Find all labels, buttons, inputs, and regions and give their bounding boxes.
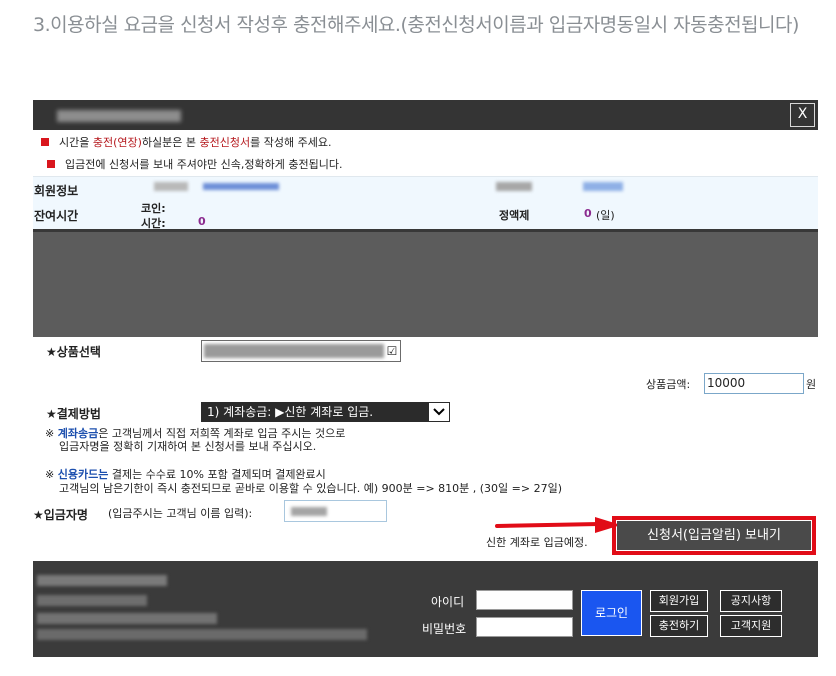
- product-option-blurred: [204, 344, 384, 358]
- depositor-hint: (입금주시는 고객님 이름 입력):: [108, 507, 253, 520]
- payment-method-selected: 1) 계좌송금: ▶신한 계좌로 입금.: [207, 405, 374, 419]
- amount-input[interactable]: 10000: [704, 373, 804, 394]
- login-button[interactable]: 로그인: [581, 590, 642, 636]
- card-note-line2: 고객님의 남은기한이 즉시 충전되므로 곧바로 이용할 수 있습니다. 예) 9…: [59, 482, 563, 495]
- remaining-time-label: 잔여시간: [34, 209, 79, 223]
- bank-note: 신한 계좌로 입금예정.: [486, 536, 588, 549]
- id-input[interactable]: [476, 590, 573, 610]
- transfer-note-line2: 입금자명을 정확히 기재하여 본 신청서를 보내 주십시오.: [59, 440, 317, 453]
- depositor-name-blurred: [291, 507, 327, 516]
- red-bullet-icon: [41, 138, 49, 146]
- notice-line-2: 입금전에 신청서를 보내 주셔야만 신속,정확하게 충전됩니다.: [47, 156, 342, 172]
- fixed-rate-unit: (일): [596, 209, 615, 222]
- coin-label: 코인:: [141, 202, 166, 215]
- id-label: 아이디: [431, 595, 465, 609]
- member-name-blurred: [154, 182, 188, 191]
- dialog-titlebar: X: [33, 100, 818, 130]
- footer-info-blurred: [37, 595, 147, 606]
- password-label: 비밀번호: [422, 622, 467, 636]
- footer-info-blurred: [37, 575, 167, 586]
- member-info-box: 회원정보 잔여시간 코인: 시간: 0 정액제 0 (일): [33, 176, 818, 230]
- checkbox-icon: ☑: [386, 344, 398, 358]
- join-button[interactable]: 회원가입: [650, 590, 708, 612]
- charge-dialog: X 시간을 충전(연장)하실분은 본 충전신청서를 작성해 주세요. 입금전에 …: [33, 100, 818, 657]
- transfer-note: ※ 계좌송금은 고객님께서 직접 저희쪽 계좌로 입금 주시는 것으로: [45, 427, 346, 440]
- red-bullet-icon: [47, 160, 55, 168]
- notice-line-1: 시간을 충전(연장)하실분은 본 충전신청서를 작성해 주세요.: [41, 134, 331, 150]
- password-input[interactable]: [476, 617, 573, 637]
- send-application-button[interactable]: 신청서(입금알림) 보내기: [617, 521, 811, 550]
- footer-info-blurred: [37, 613, 217, 624]
- payment-method-select[interactable]: 1) 계좌송금: ▶신한 계좌로 입금.: [201, 402, 450, 422]
- instruction-heading: 3.이용하실 요금을 신청서 작성후 충전해주세요.(충전신청서이름과 입금자명…: [33, 14, 799, 36]
- depositor-name-input[interactable]: [284, 500, 387, 522]
- card-note: ※ 신용카드는 결제는 수수료 10% 포함 결제되며 결제완료시: [45, 468, 326, 481]
- content-gray-area: [33, 229, 818, 337]
- product-select[interactable]: ☑: [201, 340, 401, 362]
- charge-button[interactable]: 충전하기: [650, 615, 708, 637]
- notice-board-button[interactable]: 공지사항: [720, 590, 782, 612]
- time-value: 0: [198, 215, 206, 228]
- member-field-blurred: [496, 182, 532, 191]
- footer: 아이디 비밀번호 로그인 회원가입 공지사항 충전하기 고객지원: [33, 561, 818, 657]
- footer-info-blurred: [37, 629, 367, 640]
- member-info-label: 회원정보: [34, 184, 79, 198]
- product-select-label: ★상품선택: [46, 345, 101, 359]
- fixed-rate-label: 정액제: [499, 209, 530, 222]
- arrow-right-icon: [495, 517, 621, 533]
- chevron-down-icon: [429, 403, 449, 421]
- close-button[interactable]: X: [790, 103, 815, 127]
- depositor-name-label: ★입금자명: [33, 508, 88, 522]
- amount-label: 상품금액:: [646, 378, 691, 391]
- fixed-rate-value: 0: [584, 207, 592, 220]
- dialog-title-blurred: [57, 110, 181, 122]
- payment-method-label: ★결제방법: [46, 407, 101, 421]
- support-button[interactable]: 고객지원: [720, 615, 782, 637]
- member-email-blurred: [203, 183, 279, 190]
- member-value-blurred: [583, 182, 623, 191]
- amount-unit: 원: [806, 378, 817, 391]
